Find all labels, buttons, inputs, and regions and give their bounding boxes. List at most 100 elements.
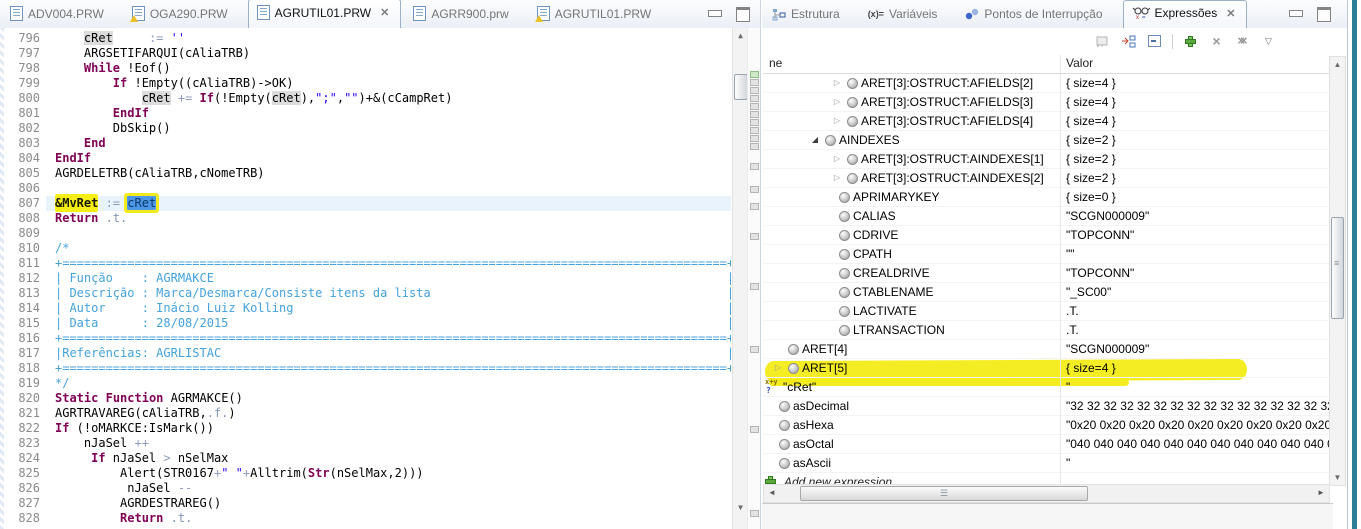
tree-row[interactable]: asOctal "040 040 040 040 040 040 040 040 … xyxy=(763,435,1330,454)
minimize-icon[interactable] xyxy=(1289,10,1303,17)
remove-expression-icon[interactable]: × xyxy=(1212,34,1220,48)
tree-row[interactable]: x+y? "cRet" " xyxy=(763,378,1330,397)
overview-mark[interactable] xyxy=(750,95,759,102)
column-name-header[interactable]: ne xyxy=(769,56,782,70)
tree-row[interactable]: asHexa "0x20 0x20 0x20 0x20 0x20 0x20 0x2… xyxy=(763,416,1330,435)
overview-mark[interactable] xyxy=(750,79,759,86)
editor-tab-2[interactable]: AGRUTIL01.PRW ✕ xyxy=(247,0,402,28)
tree-row[interactable]: APRIMARYKEY { size=0 } xyxy=(763,188,1330,207)
tree-row[interactable]: CTABLENAME "_SC00" xyxy=(763,283,1330,302)
overview-mark[interactable] xyxy=(750,119,759,126)
tree-row[interactable]: CPATH "" xyxy=(763,245,1330,264)
tree-row[interactable]: ▷ ARET[3]:OSTRUCT:AINDEXES[1] { size=2 } xyxy=(763,150,1330,169)
column-separator[interactable] xyxy=(1060,55,1061,485)
minimize-icon[interactable] xyxy=(708,10,722,17)
scrollbar-thumb[interactable]: ☰ xyxy=(800,486,1088,501)
overview-mark[interactable] xyxy=(750,510,759,517)
tree-row[interactable]: asDecimal "32 32 32 32 32 32 32 32 32 32 … xyxy=(763,397,1330,416)
tree-row[interactable]: ▷ ARET[3]:OSTRUCT:AFIELDS[3] { size=4 } xyxy=(763,93,1330,112)
overview-mark[interactable] xyxy=(750,426,759,433)
expand-icon[interactable]: ▷ xyxy=(832,173,842,183)
tree-row[interactable]: asAscii " xyxy=(763,454,1330,473)
tree-vertical-scrollbar[interactable]: ▲ ▼ xyxy=(1329,56,1346,486)
expand-icon[interactable]: ▷ xyxy=(773,363,783,373)
scrollbar-thumb[interactable] xyxy=(734,74,748,100)
tree-row[interactable]: ▷ ARET[3]:OSTRUCT:AFIELDS[2] { size=4 } xyxy=(763,74,1330,93)
debug-tab-0[interactable]: Estrutura xyxy=(764,2,850,28)
close-icon[interactable]: ✕ xyxy=(379,6,390,19)
overview-mark[interactable] xyxy=(750,186,759,193)
expand-icon[interactable]: ▷ xyxy=(832,78,842,88)
overview-mark[interactable] xyxy=(750,103,759,110)
scroll-up-icon[interactable]: ▲ xyxy=(1330,57,1345,72)
show-logical-structure-icon[interactable] xyxy=(1121,35,1136,48)
overview-mark[interactable] xyxy=(750,87,759,94)
expand-icon[interactable]: ▷ xyxy=(832,97,842,107)
add-expression-icon[interactable] xyxy=(1185,35,1196,47)
code-line: | Descrição : Marca/Desmarca/Consiste it… xyxy=(46,286,731,301)
tree-row[interactable]: CREALDRIVE "TOPCONN" xyxy=(763,264,1330,283)
editor-tab-1[interactable]: OGA290.PRW xyxy=(124,1,238,28)
tree-header[interactable]: ne Valor xyxy=(763,55,1330,74)
scroll-left-icon[interactable]: ◄ xyxy=(764,485,780,500)
overview-mark[interactable] xyxy=(750,135,759,142)
overview-mark[interactable] xyxy=(750,233,759,240)
overview-mark[interactable] xyxy=(750,283,759,290)
code-area[interactable]: cRet := '' ARGSETIFARQUI(cAliaTRB) While… xyxy=(46,31,731,526)
debug-tab-1[interactable]: (x)= Variáveis xyxy=(860,2,948,28)
editor-tab-4[interactable]: AGRUTIL01.PRW xyxy=(529,1,661,28)
overview-mark[interactable] xyxy=(750,163,759,170)
remove-all-expressions-icon-wrap[interactable]: ×× xyxy=(1234,33,1251,49)
debug-tab-2[interactable]: Pontos de Interrupção xyxy=(957,2,1112,28)
remove-all-expressions-icon[interactable]: ×× xyxy=(1237,34,1247,48)
column-value-header[interactable]: Valor xyxy=(1066,56,1093,70)
overview-ruler[interactable] xyxy=(747,28,760,529)
watch-disabled-icon-wrap[interactable] xyxy=(1094,33,1111,49)
tree-row[interactable]: LACTIVATE .T. xyxy=(763,302,1330,321)
scrollbar-thumb[interactable] xyxy=(1331,217,1344,319)
line-number-gutter[interactable]: 796 797 798 799 800 801 802 803 804 805 806 807 808 8… xyxy=(4,31,46,526)
expressions-toolbar: × ×× ▽ xyxy=(762,28,1347,54)
overview-mark[interactable] xyxy=(750,127,759,134)
expand-icon[interactable]: ▷ xyxy=(832,116,842,126)
expressions-tree[interactable]: ne Valor ▷ ARET[3]:OSTRUCT:AFIELDS[2] { si… xyxy=(763,55,1330,485)
editor-vertical-scrollbar[interactable]: ▲ ▼ xyxy=(732,28,748,529)
collapse-all-icon[interactable] xyxy=(1148,35,1161,47)
editor-tab-0[interactable]: ADV004.PRW xyxy=(2,1,114,28)
add-expression-icon-wrap[interactable] xyxy=(1182,33,1199,49)
overview-mark[interactable] xyxy=(750,346,759,353)
overview-mark[interactable] xyxy=(750,111,759,118)
debug-tab-3[interactable]: x = Expressões ✕ xyxy=(1122,0,1248,28)
tree-row[interactable]: LTRANSACTION .T. xyxy=(763,321,1330,340)
tree-row[interactable]: ◢ AINDEXES { size=2 } xyxy=(763,131,1330,150)
editor-tab-3[interactable]: AGRR900.prw xyxy=(405,1,518,28)
remove-expression-icon-wrap[interactable]: × xyxy=(1208,33,1225,49)
tree-horizontal-scrollbar[interactable]: ◄ ☰ ► xyxy=(763,484,1330,503)
line-number: 824 xyxy=(18,451,40,465)
view-menu-icon-wrap[interactable]: ▽ xyxy=(1260,33,1277,49)
overview-mark[interactable] xyxy=(750,143,759,150)
scroll-down-icon[interactable]: ▼ xyxy=(733,500,748,515)
tree-row[interactable]: CDRIVE "TOPCONN" xyxy=(763,226,1330,245)
watch-disabled-icon[interactable] xyxy=(1096,35,1110,48)
tree-row[interactable]: ▷ ARET[3]:OSTRUCT:AFIELDS[4] { size=4 } xyxy=(763,112,1330,131)
row-name: asAscii xyxy=(793,456,832,470)
collapse-all-icon-wrap[interactable] xyxy=(1146,33,1163,49)
view-menu-icon[interactable]: ▽ xyxy=(1265,36,1272,47)
maximize-icon[interactable] xyxy=(736,7,750,22)
tree-row[interactable]: ARET[4] "SCGN000009" xyxy=(763,340,1330,359)
overview-mark[interactable] xyxy=(750,71,759,78)
tree-row[interactable]: CALIAS "SCGN000009" xyxy=(763,207,1330,226)
tree-row[interactable]: ▷ ARET[3]:OSTRUCT:AINDEXES[2] { size=2 } xyxy=(763,169,1330,188)
expand-icon[interactable]: ▷ xyxy=(832,154,842,164)
code-editor[interactable]: 796 797 798 799 800 801 802 803 804 805 806 807 808 8… xyxy=(0,28,760,529)
scroll-right-icon[interactable]: ► xyxy=(1313,485,1329,500)
overview-mark[interactable] xyxy=(750,203,759,210)
tree-row[interactable]: ▷ ARET[5] { size=4 } xyxy=(763,359,1330,378)
show-logical-structure-icon-wrap[interactable] xyxy=(1120,33,1137,49)
scroll-down-icon[interactable]: ▼ xyxy=(1330,470,1345,485)
collapse-icon[interactable]: ◢ xyxy=(810,135,820,145)
close-icon[interactable]: ✕ xyxy=(1225,7,1236,20)
maximize-icon[interactable] xyxy=(1317,7,1331,22)
scroll-up-icon[interactable]: ▲ xyxy=(733,28,748,43)
